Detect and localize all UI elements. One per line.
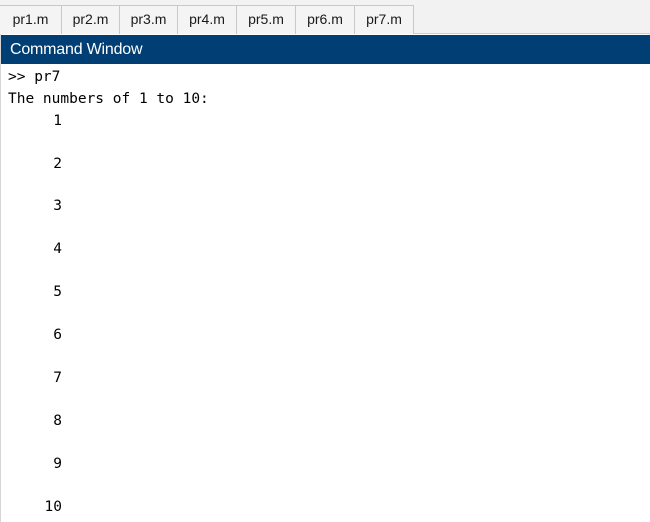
tab-pr7[interactable]: pr7.m (354, 5, 414, 34)
tab-pr2[interactable]: pr2.m (61, 5, 120, 34)
tab-pr6[interactable]: pr6.m (295, 5, 355, 34)
output-header: The numbers of 1 to 10: (8, 91, 209, 107)
left-border (0, 34, 1, 522)
tab-pr5[interactable]: pr5.m (236, 5, 296, 34)
command-window-titlebar[interactable]: Command Window (0, 35, 650, 64)
output-number: 8 (53, 413, 62, 429)
output-number: 1 (53, 113, 62, 129)
output-number: 3 (53, 198, 62, 214)
tab-pr3[interactable]: pr3.m (119, 5, 178, 34)
matlab-app: pr1.m pr2.m pr3.m pr4.m pr5.m pr6.m pr7.… (0, 0, 650, 522)
output-number: 2 (53, 156, 62, 172)
output-number: 4 (53, 241, 62, 257)
output-number: 7 (53, 370, 62, 386)
command-window-console[interactable]: >> pr7 The numbers of 1 to 10: 1 2 3 4 5… (0, 64, 650, 522)
panel-title: Command Window (10, 41, 143, 58)
output-number: 6 (53, 327, 62, 343)
output-number: 9 (53, 456, 62, 472)
command-prompt-line: >> pr7 (8, 69, 61, 85)
tab-pr1[interactable]: pr1.m (0, 5, 62, 34)
output-number: 5 (53, 284, 62, 300)
editor-tab-bar: pr1.m pr2.m pr3.m pr4.m pr5.m pr6.m pr7.… (0, 0, 650, 34)
tab-pr4[interactable]: pr4.m (177, 5, 237, 34)
output-number: 10 (44, 499, 62, 515)
